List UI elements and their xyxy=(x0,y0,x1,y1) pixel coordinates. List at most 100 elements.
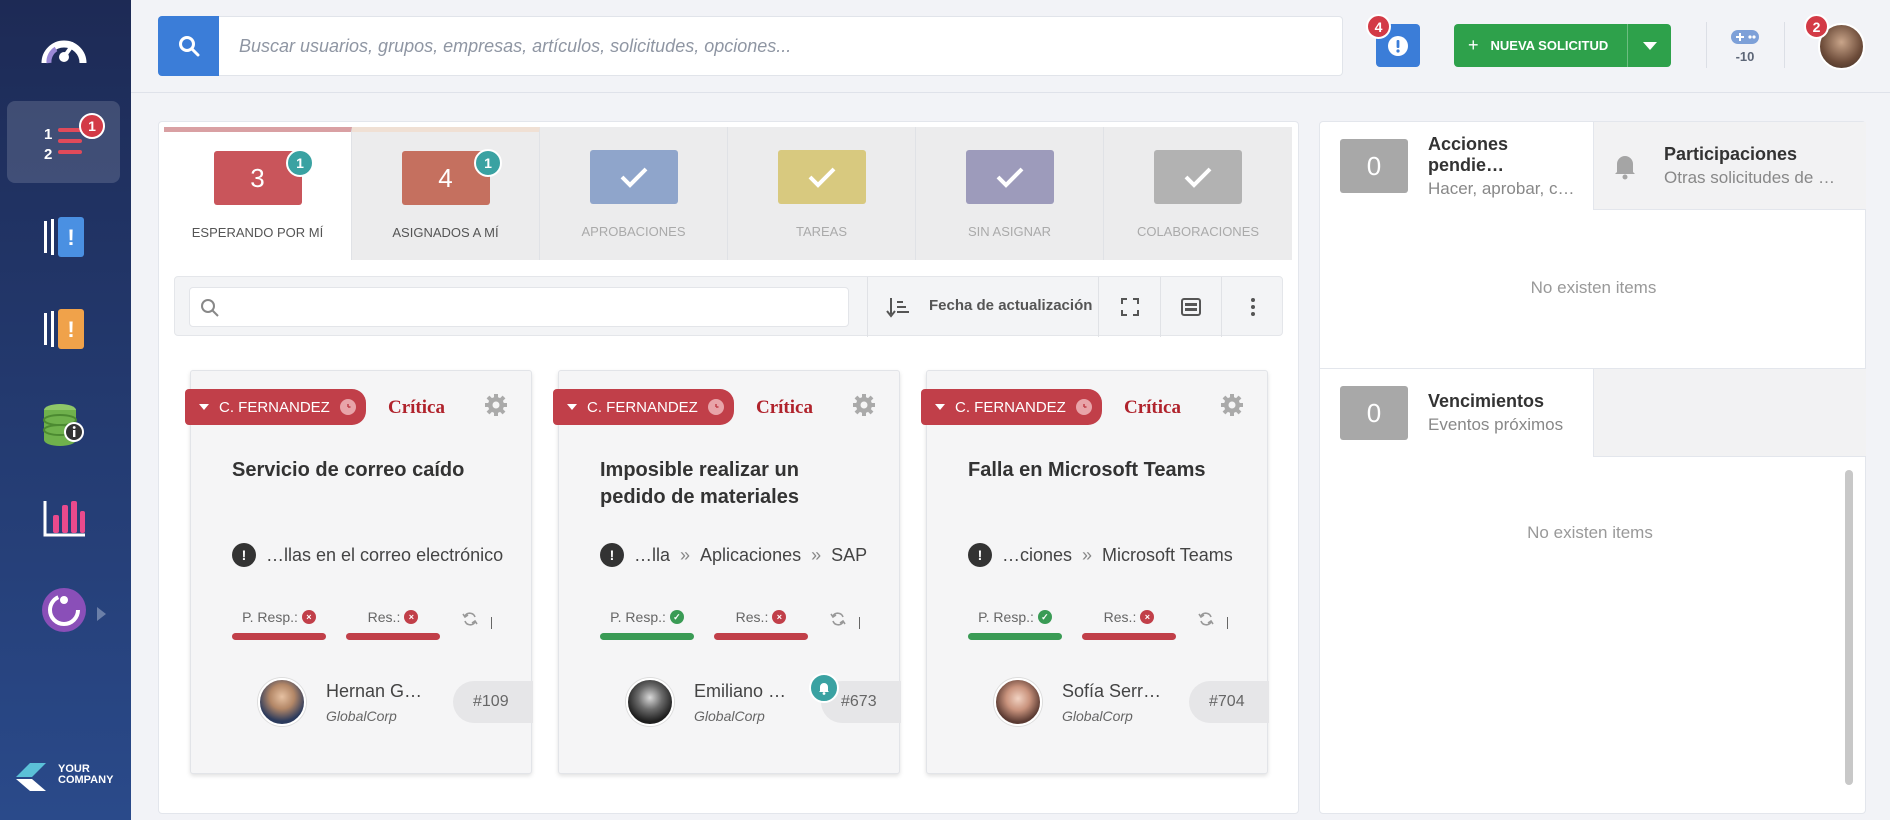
tab-unassigned[interactable]: SIN ASIGNAR xyxy=(916,127,1104,260)
filter-search-input[interactable] xyxy=(189,287,849,327)
sort-icon[interactable] xyxy=(886,295,910,319)
sort-label[interactable]: Fecha de actualización xyxy=(929,297,1092,314)
request-card[interactable]: C. FERNANDEZ Crítica Imposible realizar … xyxy=(553,370,901,774)
sla-resolution-bar xyxy=(714,633,808,640)
speedometer-icon xyxy=(41,40,86,64)
bar-chart-icon xyxy=(43,501,85,537)
search-icon xyxy=(201,299,219,317)
fullscreen-icon[interactable] xyxy=(1118,295,1142,319)
ticket-number[interactable]: #704 xyxy=(1189,681,1269,723)
check-circle-icon: ✓ xyxy=(669,610,684,624)
requester-name[interactable]: Emiliano … xyxy=(694,681,786,702)
participations-tab[interactable]: Participaciones Otras solicitudes de … xyxy=(1610,122,1839,210)
tab-approvals[interactable]: APROBACIONES xyxy=(540,127,728,260)
request-card[interactable]: C. FERNANDEZ Crítica Falla en Microsoft … xyxy=(921,370,1269,774)
gear-icon[interactable] xyxy=(484,393,508,417)
gear-icon[interactable] xyxy=(852,393,876,417)
refresh-icon[interactable] xyxy=(462,611,478,627)
pending-actions-title: Acciones pendie… xyxy=(1428,133,1509,175)
sidebar-incidents[interactable]: ! xyxy=(7,196,120,278)
topbar-divider xyxy=(1784,22,1785,68)
svg-text:2: 2 xyxy=(44,146,52,162)
sla-resolution-label: Res.: xyxy=(735,609,769,625)
due-dates-tab[interactable]: 0 Vencimientos Eventos próximos xyxy=(1340,369,1578,457)
tab-badge: 1 xyxy=(474,149,502,177)
bell-notification-icon[interactable] xyxy=(809,673,839,703)
new-request-dropdown[interactable] xyxy=(1627,24,1671,67)
scrollbar[interactable] xyxy=(1845,470,1853,785)
requester-name[interactable]: Hernan G… xyxy=(326,681,422,702)
alerts-badge: 4 xyxy=(1366,14,1391,39)
sidebar-cmdb[interactable] xyxy=(7,384,120,466)
sla-resolution: Res.: × xyxy=(714,607,808,640)
agent-tag[interactable]: C. FERNANDEZ xyxy=(185,389,366,425)
request-tabs: 3 1 ESPERANDO POR MÍ 4 1 ASIGNADOS A MÍ … xyxy=(164,127,1294,260)
request-card[interactable]: C. FERNANDEZ Crítica Servicio de correo … xyxy=(185,370,533,774)
due-dates-subtitle: Eventos próximos xyxy=(1428,415,1564,434)
logo-line2: COMPANY xyxy=(58,774,114,786)
more-options-icon[interactable] xyxy=(1241,295,1265,319)
agent-tag[interactable]: C. FERNANDEZ xyxy=(921,389,1102,425)
requester-company: GlobalCorp xyxy=(1062,708,1133,724)
ticket-number[interactable]: #109 xyxy=(453,681,533,723)
tab-label: ESPERANDO POR MÍ xyxy=(191,225,324,240)
filter-divider xyxy=(1160,277,1161,337)
sidebar-reports[interactable] xyxy=(7,477,120,559)
card-view-icon[interactable] xyxy=(1179,295,1203,319)
requester-avatar[interactable] xyxy=(626,678,674,726)
path-segment: Microsoft Teams xyxy=(1102,544,1233,565)
path-segment: …lla xyxy=(634,544,671,565)
check-icon xyxy=(965,150,1054,204)
sla-resolution-bar xyxy=(346,633,440,640)
separator xyxy=(491,617,492,629)
requester-avatar[interactable] xyxy=(994,678,1042,726)
sla-response-bar xyxy=(232,633,326,640)
requests-badge: 1 xyxy=(79,113,105,139)
sla-response-label: P. Resp.: xyxy=(978,609,1034,625)
tab-assigned-to-me[interactable]: 4 1 ASIGNADOS A MÍ xyxy=(352,127,540,260)
card-title[interactable]: Imposible realizar un pedido de material… xyxy=(600,457,870,511)
sidebar-expand-icon[interactable] xyxy=(97,607,106,621)
tab-label: COLABORACIONES xyxy=(1136,224,1260,239)
sla-response: P. Resp.: × xyxy=(232,607,326,640)
exclamation-icon: ! xyxy=(600,543,624,567)
agent-tag[interactable]: C. FERNANDEZ xyxy=(553,389,734,425)
new-request-button[interactable]: + NUEVA SOLICITUD xyxy=(1454,24,1671,67)
participations-title: Participaciones xyxy=(1664,144,1798,164)
card-title[interactable]: Falla en Microsoft Teams xyxy=(968,457,1238,484)
requester-name[interactable]: Sofía Serr… xyxy=(1062,681,1161,702)
check-icon xyxy=(589,150,678,204)
tab-tasks[interactable]: TAREAS xyxy=(728,127,916,260)
global-search-input[interactable]: Buscar usuarios, grupos, empresas, artíc… xyxy=(219,16,1343,76)
agent-name: C. FERNANDEZ xyxy=(955,398,1066,416)
card-title[interactable]: Servicio de correo caído xyxy=(232,457,502,484)
gamification-widget[interactable]: -10 xyxy=(1725,28,1765,64)
activity-panel: 0 Acciones pendie… Hacer, aprobar, c… Pa… xyxy=(1319,121,1866,814)
check-icon xyxy=(1154,150,1242,204)
sla-resolution: Res.: × xyxy=(346,607,440,640)
filter-divider xyxy=(867,277,868,337)
due-dates-count: 0 xyxy=(1340,386,1408,440)
refresh-icon[interactable] xyxy=(1198,611,1214,627)
sla-resolution-label: Res.: xyxy=(367,609,401,625)
sidebar-dashboard[interactable] xyxy=(7,8,120,90)
sidebar-requests[interactable]: 1 2 1 xyxy=(7,101,120,183)
gear-icon[interactable] xyxy=(1220,393,1244,417)
refresh-icon[interactable] xyxy=(830,611,846,627)
clock-icon xyxy=(1075,399,1092,415)
sla-response-bar xyxy=(968,633,1062,640)
tab-waiting-for-me[interactable]: 3 1 ESPERANDO POR MÍ xyxy=(164,127,352,260)
sidebar-problems[interactable]: ! xyxy=(7,288,120,370)
pending-actions-tab[interactable]: 0 Acciones pendie… Hacer, aprobar, c… xyxy=(1340,122,1578,210)
path-segment: …llas en el correo electrónico xyxy=(266,544,504,565)
participations-subtitle: Otras solicitudes de … xyxy=(1664,168,1836,187)
requester-avatar[interactable] xyxy=(258,678,306,726)
tab-badge: 1 xyxy=(286,149,314,177)
pending-actions-subtitle: Hacer, aprobar, c… xyxy=(1428,178,1575,198)
tab-collaborations[interactable]: COLABORACIONES xyxy=(1104,127,1292,260)
agent-name: C. FERNANDEZ xyxy=(587,398,698,416)
priority-label: Crítica xyxy=(756,397,813,418)
check-icon xyxy=(777,150,866,204)
path-separator: » xyxy=(680,544,691,565)
search-button[interactable] xyxy=(158,16,219,76)
